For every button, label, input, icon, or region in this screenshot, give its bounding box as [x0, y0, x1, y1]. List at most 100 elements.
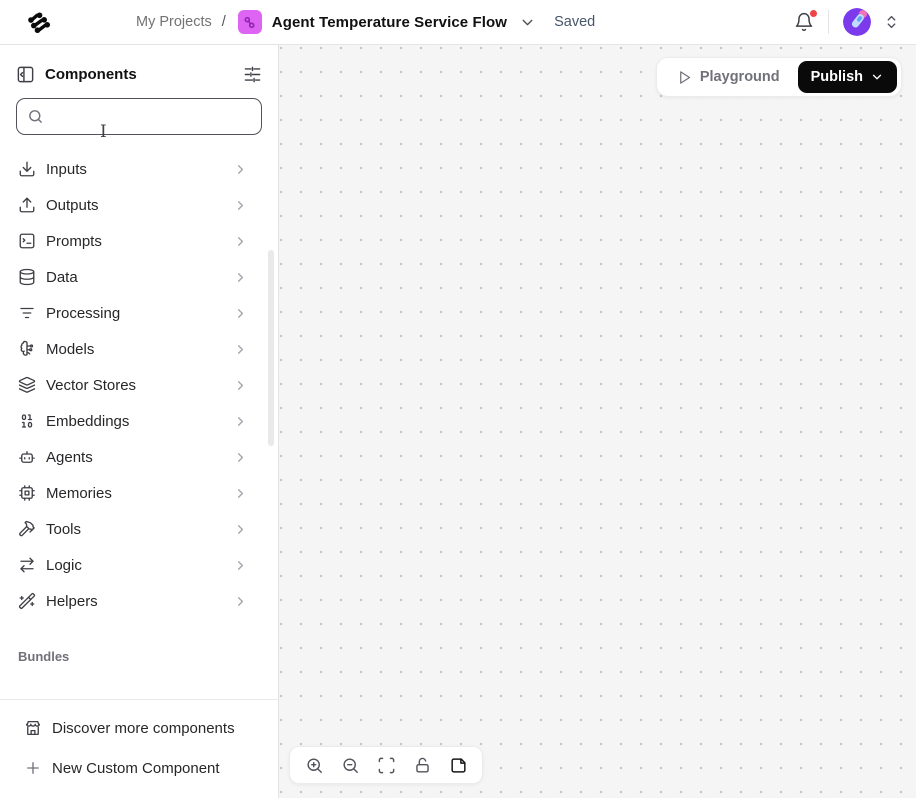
chevron-right-icon [233, 522, 248, 537]
sidebar-item-label: Models [46, 341, 233, 358]
chevron-right-icon [233, 342, 248, 357]
langflow-logo-icon[interactable] [24, 7, 54, 37]
new-custom-component-button[interactable]: New Custom Component [0, 748, 278, 788]
breadcrumb: My Projects / Agent Temperature Service … [136, 10, 595, 34]
sidebar-item-label: Memories [46, 485, 233, 502]
download-icon [18, 160, 36, 178]
sidebar-item-tools[interactable]: Tools [0, 511, 278, 547]
app-root: My Projects / Agent Temperature Service … [0, 0, 916, 798]
flow-actions-card: Playground Publish [656, 57, 902, 97]
chevron-right-icon [233, 594, 248, 609]
sidebar-item-label: Data [46, 269, 233, 286]
wand-sparkles-icon [18, 592, 36, 610]
arrow-right-left-icon [18, 556, 36, 574]
sidebar-item-agents[interactable]: Agents [0, 439, 278, 475]
chevron-right-icon [233, 558, 248, 573]
save-status: Saved [554, 14, 595, 30]
fit-view-icon [377, 756, 396, 775]
components-list: Inputs Outputs Prompts [0, 147, 278, 699]
list-filter-icon [18, 304, 36, 322]
breadcrumb-separator: / [222, 14, 226, 30]
header-actions [794, 8, 898, 36]
database-icon [18, 268, 36, 286]
sidebar-item-models[interactable]: Models [0, 331, 278, 367]
sidebar-item-outputs[interactable]: Outputs [0, 187, 278, 223]
sidebar-title: Components [45, 66, 233, 83]
zoom-out-icon [341, 756, 360, 775]
bundles-section-label: Bundles [0, 619, 278, 664]
upload-icon [18, 196, 36, 214]
sidebar-item-memories[interactable]: Memories [0, 475, 278, 511]
playground-label: Playground [700, 69, 780, 85]
canvas-toolbar [289, 746, 483, 784]
search-icon [27, 108, 44, 125]
chevron-right-icon [233, 270, 248, 285]
sidebar-item-label: Vector Stores [46, 377, 233, 394]
breadcrumb-my-projects[interactable]: My Projects [136, 14, 212, 30]
sidebar-item-processing[interactable]: Processing [0, 295, 278, 331]
header-divider [828, 10, 829, 34]
sidebar-item-embeddings[interactable]: Embeddings [0, 403, 278, 439]
play-icon [677, 70, 692, 85]
chevron-right-icon [233, 306, 248, 321]
flow-title: Agent Temperature Service Flow [272, 14, 507, 31]
publish-label: Publish [811, 69, 863, 85]
sidebar-item-label: Helpers [46, 593, 233, 610]
chevron-right-icon [233, 198, 248, 213]
search-box[interactable] [16, 98, 262, 135]
top-bar: My Projects / Agent Temperature Service … [0, 0, 916, 45]
chevron-right-icon [233, 450, 248, 465]
cpu-icon [18, 484, 36, 502]
zoom-out-button[interactable] [334, 750, 366, 780]
components-sidebar: Components [0, 45, 279, 798]
binary-icon [18, 412, 36, 430]
chevron-right-icon [233, 486, 248, 501]
lock-open-icon [413, 756, 432, 775]
avatar[interactable] [843, 8, 871, 36]
search-wrap [16, 98, 262, 135]
search-input[interactable] [52, 109, 251, 125]
flow-menu-chevron-icon[interactable] [519, 14, 536, 31]
sidebar-item-label: Prompts [46, 233, 233, 250]
chevron-right-icon [233, 414, 248, 429]
terminal-square-icon [18, 232, 36, 250]
sidebar-header: Components [0, 45, 278, 96]
zoom-in-button[interactable] [298, 750, 330, 780]
notifications-button[interactable] [794, 12, 814, 32]
notification-dot [810, 10, 817, 17]
sidebar-item-logic[interactable]: Logic [0, 547, 278, 583]
sidebar-item-inputs[interactable]: Inputs [0, 151, 278, 187]
sidebar-item-label: Logic [46, 557, 233, 574]
new-custom-component-label: New Custom Component [52, 760, 220, 777]
flow-canvas[interactable]: Playground Publish [279, 45, 916, 798]
plus-icon [24, 759, 42, 777]
add-note-button[interactable] [442, 750, 474, 780]
sidebar-scrollbar[interactable] [268, 250, 274, 446]
flow-icon [238, 10, 262, 34]
sidebar-footer: Discover more components New Custom Comp… [0, 699, 278, 798]
sidebar-item-helpers[interactable]: Helpers [0, 583, 278, 619]
sidebar-item-label: Agents [46, 449, 233, 466]
sidebar-item-data[interactable]: Data [0, 259, 278, 295]
brain-circuit-icon [18, 340, 36, 358]
chevron-right-icon [233, 378, 248, 393]
bot-icon [18, 448, 36, 466]
sliders-filter-icon[interactable] [243, 65, 262, 84]
account-chevrons-icon[interactable] [885, 14, 898, 30]
publish-button[interactable]: Publish [798, 61, 897, 93]
sidebar-item-label: Embeddings [46, 413, 233, 430]
store-icon [24, 719, 42, 737]
sidebar-item-label: Processing [46, 305, 233, 322]
zoom-in-icon [305, 756, 324, 775]
discover-more-components-label: Discover more components [52, 720, 235, 737]
add-note-icon [449, 756, 468, 775]
lock-button[interactable] [406, 750, 438, 780]
playground-button[interactable]: Playground [667, 63, 790, 91]
sidebar-item-prompts[interactable]: Prompts [0, 223, 278, 259]
chevron-down-icon [870, 70, 884, 84]
collapse-sidebar-icon[interactable] [16, 65, 35, 84]
discover-more-components-button[interactable]: Discover more components [0, 708, 278, 748]
fit-view-button[interactable] [370, 750, 402, 780]
sidebar-item-vector-stores[interactable]: Vector Stores [0, 367, 278, 403]
chevron-right-icon [233, 234, 248, 249]
